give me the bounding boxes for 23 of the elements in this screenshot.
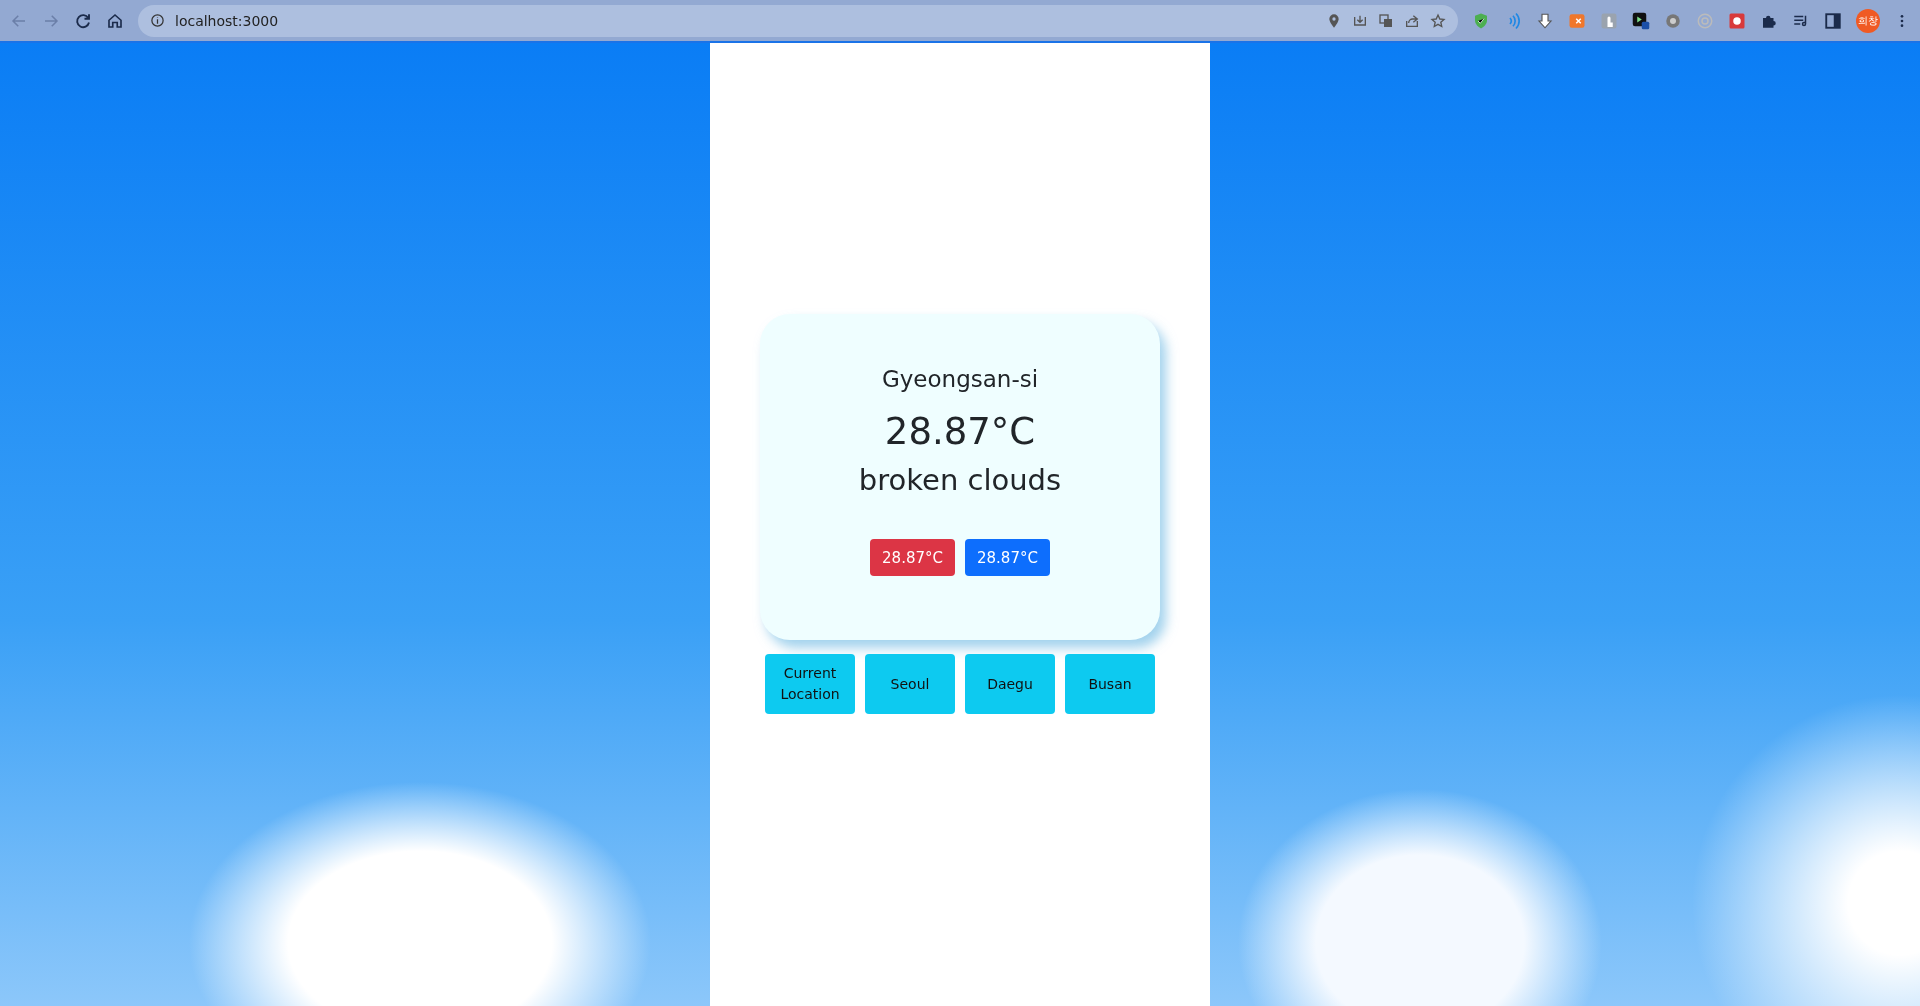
translate-icon[interactable] [1378, 12, 1394, 29]
max-temperature-badge: 28.87°C [870, 539, 955, 576]
address-bar[interactable]: localhost:3000 [138, 4, 1458, 37]
city-button[interactable]: Seoul [865, 654, 955, 714]
info-icon[interactable] [150, 13, 165, 28]
home-icon[interactable] [106, 11, 124, 30]
cross-extension-icon[interactable] [1568, 11, 1586, 30]
url-text: localhost:3000 [175, 12, 280, 29]
city-button[interactable]: Current Location [765, 654, 855, 714]
city-name: Gyeongsan-si [881, 366, 1039, 392]
play-badge-icon[interactable] [1632, 11, 1650, 30]
down-arrow-icon[interactable] [1536, 11, 1554, 30]
share-icon[interactable] [1404, 12, 1420, 29]
city-button[interactable]: Busan [1065, 654, 1155, 714]
side-panel-icon[interactable] [1824, 11, 1842, 30]
temperature: 28.87°C [884, 410, 1036, 453]
star-icon[interactable] [1430, 12, 1446, 29]
weather-description: broken clouds [858, 463, 1062, 497]
min-temperature-badge: 28.87°C [965, 539, 1050, 576]
reload-icon[interactable] [74, 11, 92, 30]
city-button[interactable]: Daegu [965, 654, 1055, 714]
dot-extension-icon[interactable] [1728, 11, 1746, 30]
location-pin-icon[interactable] [1326, 12, 1342, 29]
